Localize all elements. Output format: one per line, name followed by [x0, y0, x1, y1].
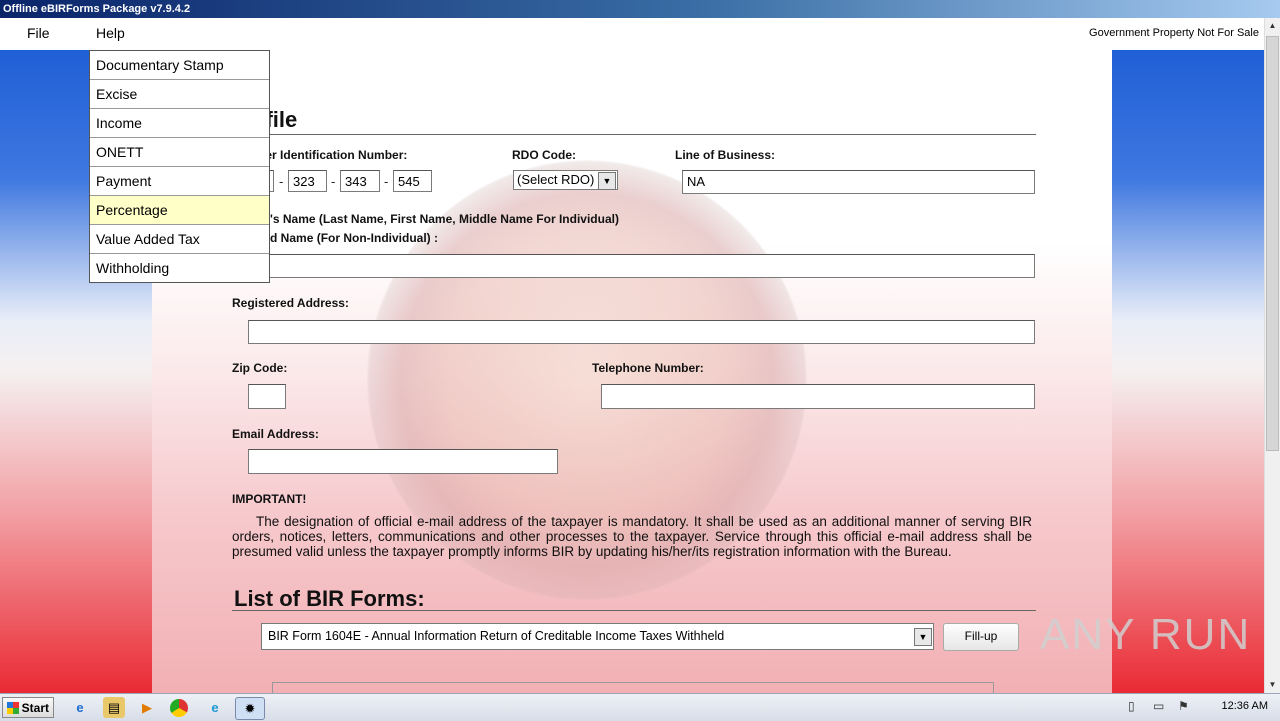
help-dropdown-menu: Documentary Stamp Excise Income ONETT Pa… — [89, 50, 270, 283]
start-button[interactable]: Start — [2, 697, 54, 718]
bir-form-selected-value: BIR Form 1604E - Annual Information Retu… — [268, 629, 725, 643]
taxpayer-name-label: yer's Name (Last Name, First Name, Middl… — [252, 212, 619, 226]
ebirforms-taskbar-icon[interactable]: ✹ — [235, 697, 265, 720]
action-center-flag-icon[interactable]: ⚑ — [1178, 699, 1189, 713]
anyrun-watermark: ANY RUN — [1040, 610, 1252, 659]
taskbar: Start e ▤ ▶ e ✹ ▯ ▭ ⚑ 12:36 AM — [0, 693, 1280, 721]
scroll-down-icon[interactable]: ▼ — [1265, 677, 1280, 693]
menu-item-excise[interactable]: Excise — [90, 80, 269, 109]
tin-field-4[interactable]: 545 — [393, 170, 432, 192]
important-label: IMPORTANT! — [232, 492, 307, 506]
line-of-business-label: Line of Business: — [675, 148, 776, 162]
fillup-button[interactable]: Fill-up — [943, 623, 1019, 651]
tin-dash: - — [384, 174, 389, 189]
email-input[interactable] — [248, 449, 558, 474]
menu-item-percentage[interactable]: Percentage — [90, 196, 269, 225]
important-text: The designation of official e-mail addre… — [232, 514, 1032, 559]
edge-icon[interactable]: e — [204, 697, 226, 718]
network-icon[interactable]: ▭ — [1153, 699, 1164, 713]
help-menu[interactable]: Help — [96, 25, 125, 41]
important-text-body: The designation of official e-mail addre… — [232, 514, 1032, 559]
tin-dash: - — [279, 174, 284, 189]
menu-item-onett[interactable]: ONETT — [90, 138, 269, 167]
tin-label: ayer Identification Number: — [252, 148, 408, 162]
registered-name-label: ered Name (For Non-Individual) : — [252, 231, 439, 245]
rdo-select[interactable]: (Select RDO) ▼ — [513, 170, 618, 190]
zip-label: Zip Code: — [232, 361, 288, 375]
tin-field-3[interactable]: 343 — [340, 170, 380, 192]
form-frame-edge — [272, 682, 994, 693]
menu-item-documentary-stamp[interactable]: Documentary Stamp — [90, 51, 269, 80]
file-explorer-icon[interactable]: ▤ — [103, 697, 125, 718]
telephone-label: Telephone Number: — [592, 361, 704, 375]
start-label: Start — [21, 701, 49, 715]
chevron-down-icon[interactable]: ▼ — [914, 628, 932, 646]
internet-explorer-icon[interactable]: e — [69, 697, 91, 718]
scrollbar-thumb[interactable] — [1266, 36, 1279, 451]
chevron-down-icon[interactable]: ▼ — [598, 172, 616, 190]
menu-item-withholding[interactable]: Withholding — [90, 254, 269, 282]
tin-dash: - — [331, 174, 336, 189]
menubar: File Help Government Property Not For Sa… — [0, 18, 1264, 51]
government-notice: Government Property Not For Sale — [1089, 27, 1259, 39]
menu-item-value-added-tax[interactable]: Value Added Tax — [90, 225, 269, 254]
bir-forms-heading: List of BIR Forms: — [234, 586, 425, 611]
vertical-scrollbar[interactable]: ▲ ▼ — [1264, 18, 1280, 693]
zip-input[interactable] — [248, 384, 286, 409]
bir-form-select[interactable]: BIR Form 1604E - Annual Information Retu… — [261, 623, 934, 650]
address-label: Registered Address: — [232, 296, 349, 310]
tin-field-2[interactable]: 323 — [288, 170, 327, 192]
rdo-selected-value: (Select RDO) — [517, 172, 595, 187]
windows-logo-icon — [7, 702, 19, 714]
profile-rule — [232, 134, 1036, 135]
window-title: Offline eBIRForms Package v7.9.4.2 — [0, 0, 1280, 18]
bir-forms-rule — [232, 610, 1036, 611]
menu-item-payment[interactable]: Payment — [90, 167, 269, 196]
address-input[interactable] — [248, 320, 1035, 344]
taxpayer-name-input[interactable] — [248, 254, 1035, 278]
media-player-icon[interactable]: ▶ — [136, 697, 158, 718]
scroll-up-icon[interactable]: ▲ — [1265, 18, 1280, 34]
file-menu[interactable]: File — [27, 25, 50, 41]
line-of-business-input[interactable]: NA — [682, 170, 1035, 194]
menu-item-income[interactable]: Income — [90, 109, 269, 138]
clock[interactable]: 12:36 AM — [1222, 700, 1268, 712]
chrome-icon[interactable] — [170, 699, 188, 717]
rdo-label: RDO Code: — [512, 148, 576, 162]
profile-panel: ofile ayer Identification Number: - 323 … — [152, 50, 1112, 693]
telephone-input[interactable] — [601, 384, 1035, 409]
tray-overflow-icon[interactable]: ▯ — [1128, 699, 1135, 713]
email-label: Email Address: — [232, 427, 319, 441]
